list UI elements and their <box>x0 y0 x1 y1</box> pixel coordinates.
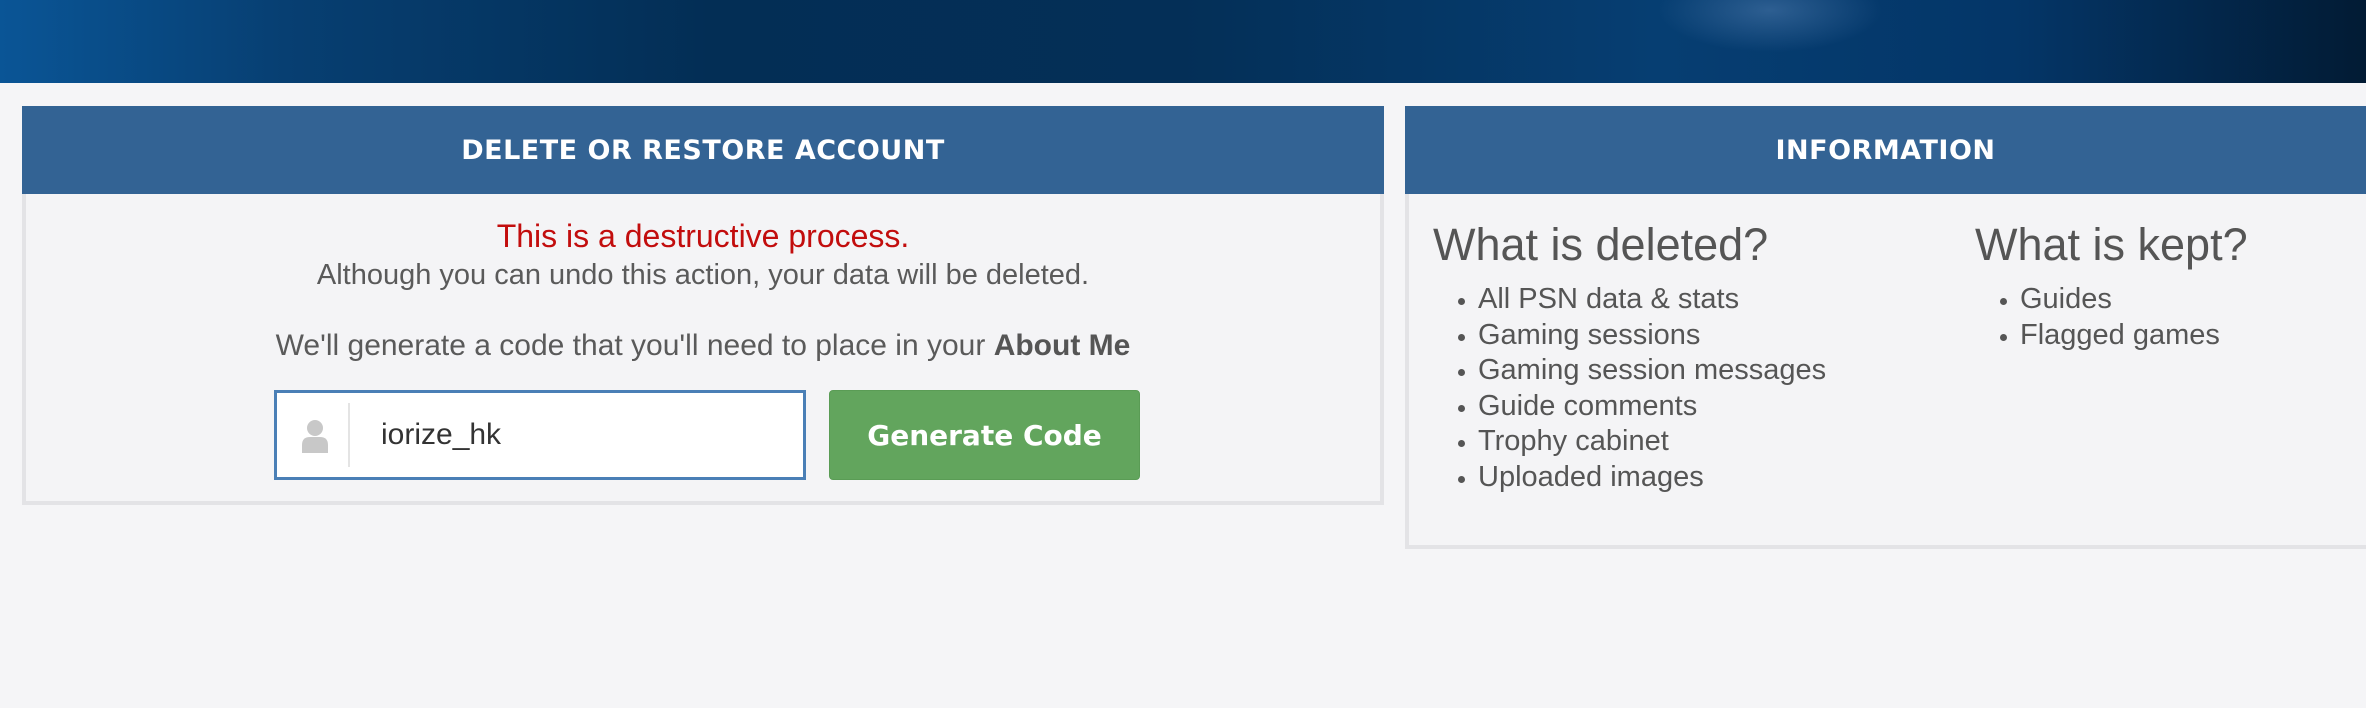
list-item: Uploaded images <box>1478 460 1826 496</box>
code-instructions-text: We'll generate a code that you'll need t… <box>275 329 994 362</box>
deleted-list: All PSN data & stats Gaming sessions Gam… <box>1433 282 1826 495</box>
list-item: Guide comments <box>1478 389 1826 425</box>
kept-heading: What is kept? <box>1975 219 2248 270</box>
kept-column: What is kept? Guides Flagged games <box>1975 218 2248 353</box>
delete-restore-panel: DELETE OR RESTORE ACCOUNT This is a dest… <box>22 106 1384 505</box>
username-input[interactable] <box>381 411 781 459</box>
information-panel-title: INFORMATION <box>1405 106 2366 194</box>
user-icon <box>302 420 328 453</box>
list-item: Trophy cabinet <box>1478 424 1826 460</box>
kept-list: Guides Flagged games <box>1975 282 2248 353</box>
information-panel: INFORMATION What is deleted? All PSN dat… <box>1405 106 2366 549</box>
deleted-column: What is deleted? All PSN data & stats Ga… <box>1433 218 1826 495</box>
list-item: Guides <box>2020 282 2248 318</box>
deleted-heading: What is deleted? <box>1433 219 1769 270</box>
list-item: Flagged games <box>2020 318 2248 354</box>
list-item: Gaming sessions <box>1478 318 1826 354</box>
list-item: All PSN data & stats <box>1478 282 1826 318</box>
delete-panel-title: DELETE OR RESTORE ACCOUNT <box>22 106 1384 194</box>
about-me-label: About Me <box>993 329 1131 362</box>
input-divider <box>348 403 350 467</box>
top-banner <box>0 0 2366 83</box>
username-field[interactable] <box>274 390 806 480</box>
generate-code-button[interactable]: Generate Code <box>829 390 1140 480</box>
destructive-warning: This is a destructive process. <box>496 218 910 254</box>
code-instructions: We'll generate a code that you'll need t… <box>26 329 1380 363</box>
list-item: Gaming session messages <box>1478 353 1826 389</box>
undo-notice: Although you can undo this action, your … <box>316 259 1090 291</box>
